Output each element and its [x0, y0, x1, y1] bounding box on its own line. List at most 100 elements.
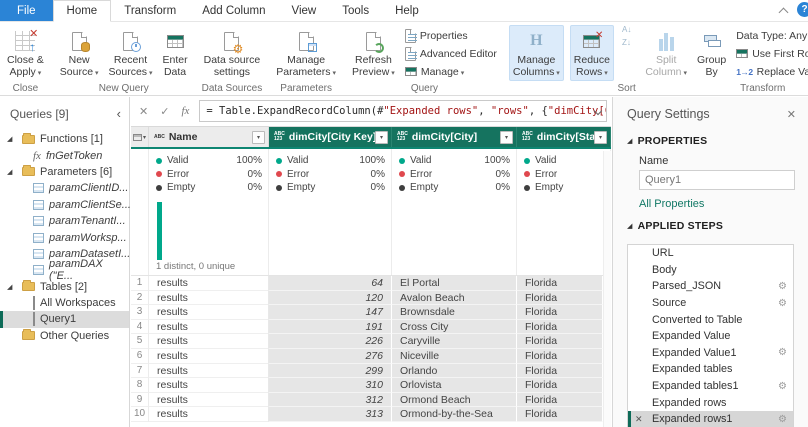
cell-state[interactable]: Florida: [517, 276, 603, 291]
properties-button[interactable]: Properties: [401, 27, 501, 44]
cell-city-key[interactable]: 310: [269, 378, 392, 393]
query-list-item[interactable]: ◢ Functions [1]: [0, 131, 129, 147]
cell-city[interactable]: Cross City: [392, 320, 517, 335]
recent-sources-button[interactable]: RecentSources: [105, 25, 157, 81]
ribbon-tab[interactable]: File: [0, 0, 53, 21]
table-row[interactable]: 2 results 120 Avalon Beach Florida: [131, 291, 611, 306]
cell-name[interactable]: results: [149, 407, 269, 422]
manage-button[interactable]: Manage: [401, 63, 501, 80]
use-first-row-as-headers-button[interactable]: Use First Row as Headers: [732, 45, 808, 62]
applied-step[interactable]: Expanded Value1 ⚙: [628, 345, 793, 362]
table-row[interactable]: 8 results 310 Orlovista Florida: [131, 378, 611, 393]
column-header[interactable]: ABC123 dimCity[City Key] ▾: [269, 127, 392, 147]
properties-section-header[interactable]: ◢ PROPERTIES: [613, 125, 808, 151]
column-quality[interactable]: Valid Error Empty: [517, 149, 611, 275]
column-filter-icon[interactable]: ▾: [375, 131, 388, 144]
cell-state[interactable]: Florida: [517, 334, 603, 349]
sort-ascending-button[interactable]: A↓: [620, 25, 633, 35]
refresh-preview-button[interactable]: RefreshPreview: [348, 25, 399, 81]
formula-input[interactable]: = Table.ExpandRecordColumn(# "Expanded r…: [199, 100, 607, 122]
step-settings-gear-icon[interactable]: ⚙: [778, 298, 787, 309]
cell-name[interactable]: results: [149, 334, 269, 349]
ribbon-tab[interactable]: Tools: [329, 0, 382, 21]
column-quality[interactable]: Valid100% Error0% Empty0% 1 distinct, 0 …: [149, 149, 269, 275]
cell-state[interactable]: Florida: [517, 320, 603, 335]
cell-city[interactable]: Orlovista: [392, 378, 517, 393]
table-row[interactable]: 9 results 312 Ormond Beach Florida: [131, 393, 611, 408]
table-row[interactable]: 10 results 313 Ormond-by-the-Sea Florida: [131, 407, 611, 422]
column-quality[interactable]: Valid100% Error0% Empty0%: [392, 149, 517, 275]
cell-name[interactable]: results: [149, 305, 269, 320]
ribbon-tab[interactable]: Home: [53, 0, 112, 22]
table-row[interactable]: 7 results 299 Orlando Florida: [131, 364, 611, 379]
query-list-item[interactable]: paramClientID...: [0, 180, 129, 196]
cell-city[interactable]: Ormond-by-the-Sea: [392, 407, 517, 422]
cell-city-key[interactable]: 276: [269, 349, 392, 364]
group-by-button[interactable]: GroupBy: [693, 25, 730, 80]
ribbon-tab[interactable]: Help: [382, 0, 432, 21]
query-list-item[interactable]: ◢ Parameters [6]: [0, 164, 129, 180]
query-list-item[interactable]: paramWorksp...: [0, 229, 129, 245]
query-list-item[interactable]: ◢ Tables [2]: [0, 279, 129, 295]
cell-city-key[interactable]: 312: [269, 393, 392, 408]
cell-name[interactable]: results: [149, 276, 269, 291]
applied-step[interactable]: Body: [628, 262, 793, 279]
query-list-item[interactable]: fx fnGetToken: [0, 147, 129, 163]
cell-city[interactable]: Brownsdale: [392, 305, 517, 320]
ribbon-tab[interactable]: Add Column: [189, 0, 278, 21]
close-query-settings-icon[interactable]: ✕: [787, 108, 796, 121]
collapse-ribbon-icon[interactable]: [779, 8, 789, 14]
tree-expand-icon[interactable]: ◢: [7, 168, 12, 176]
applied-step[interactable]: Expanded tables: [628, 361, 793, 378]
column-header[interactable]: ABC Name ▾: [149, 127, 269, 147]
ribbon-tab[interactable]: View: [279, 0, 330, 21]
cell-name[interactable]: results: [149, 291, 269, 306]
formula-fx-icon[interactable]: fx: [181, 105, 189, 117]
step-settings-gear-icon[interactable]: ⚙: [778, 414, 787, 425]
formula-cancel-icon[interactable]: ✕: [139, 105, 148, 118]
step-settings-gear-icon[interactable]: ⚙: [778, 281, 787, 292]
cell-city-key[interactable]: 191: [269, 320, 392, 335]
column-filter-icon[interactable]: ▾: [500, 131, 513, 144]
formula-expand-icon[interactable]: [594, 107, 602, 115]
column-filter-icon[interactable]: ▾: [594, 131, 607, 144]
all-properties-link[interactable]: All Properties: [613, 190, 808, 210]
cell-city[interactable]: Orlando: [392, 364, 517, 379]
ribbon-tab[interactable]: Transform: [111, 0, 189, 21]
select-all-corner-button[interactable]: ▾: [131, 127, 149, 147]
cell-name[interactable]: results: [149, 378, 269, 393]
query-list-item[interactable]: Query1: [0, 311, 129, 327]
enter-data-button[interactable]: EnterData: [159, 25, 192, 80]
table-vertical-scrollbar[interactable]: [603, 151, 611, 427]
cell-city-key[interactable]: 147: [269, 305, 392, 320]
cell-name[interactable]: results: [149, 349, 269, 364]
cell-city[interactable]: Niceville: [392, 349, 517, 364]
step-settings-gear-icon[interactable]: ⚙: [778, 347, 787, 358]
cell-state[interactable]: Florida: [517, 407, 603, 422]
cell-city[interactable]: Avalon Beach: [392, 291, 517, 306]
applied-step[interactable]: Converted to Table: [628, 311, 793, 328]
cell-city-key[interactable]: 120: [269, 291, 392, 306]
table-row[interactable]: 3 results 147 Brownsdale Florida: [131, 305, 611, 320]
cell-state[interactable]: Florida: [517, 393, 603, 408]
applied-step[interactable]: ✕ Expanded rows1 ⚙: [628, 411, 793, 427]
query-list-item[interactable]: paramTenantI...: [0, 213, 129, 229]
manage-parameters-button[interactable]: ManageParameters: [272, 25, 340, 81]
cell-city-key[interactable]: 313: [269, 407, 392, 422]
split-column-button[interactable]: SplitColumn: [641, 25, 691, 81]
applied-step[interactable]: Expanded Value: [628, 328, 793, 345]
applied-step[interactable]: Source ⚙: [628, 295, 793, 312]
column-header[interactable]: ABC123 dimCity[State P ▾: [517, 127, 611, 147]
cell-city[interactable]: Ormond Beach: [392, 393, 517, 408]
cell-name[interactable]: results: [149, 393, 269, 408]
query-name-input[interactable]: [639, 170, 795, 190]
column-quality[interactable]: Valid100% Error0% Empty0%: [269, 149, 392, 275]
cell-name[interactable]: results: [149, 320, 269, 335]
column-type-icon[interactable]: ABC123: [397, 132, 408, 142]
tree-expand-icon[interactable]: ◢: [7, 135, 12, 143]
cell-state[interactable]: Florida: [517, 349, 603, 364]
applied-steps-section-header[interactable]: ◢ APPLIED STEPS: [613, 210, 808, 236]
column-header[interactable]: ABC123 dimCity[City] ▾: [392, 127, 517, 147]
cell-city[interactable]: El Portal: [392, 276, 517, 291]
table-row[interactable]: 5 results 226 Caryville Florida: [131, 334, 611, 349]
